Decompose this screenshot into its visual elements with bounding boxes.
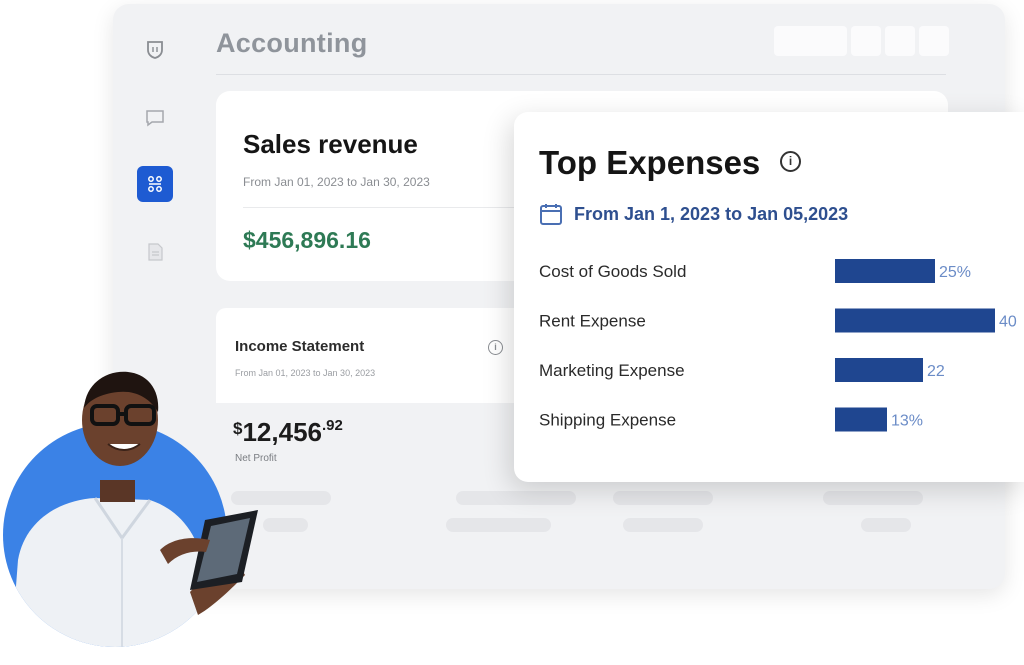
net-profit-cents: .92 [322, 417, 343, 434]
expense-value-label: 25% [939, 264, 971, 281]
expense-bar[interactable] [835, 308, 995, 333]
top-expenses-card[interactable]: Top Expenses i From Jan 1, 2023 to Jan 0… [514, 112, 1024, 482]
toolbar-button[interactable] [851, 26, 881, 56]
top-expenses-chart: Cost of Goods Sold 25% Rent Expense 40 Marke… [539, 259, 1017, 432]
document-icon [148, 243, 163, 261]
sales-divider [243, 207, 523, 208]
expense-category-label: Rent Expense [539, 312, 646, 331]
sales-revenue-amount: $456,896.16 [243, 227, 371, 253]
expense-bar[interactable] [835, 259, 935, 283]
sidebar-item-chat[interactable] [137, 100, 173, 136]
placeholder-bar [861, 518, 911, 532]
shield-icon [147, 41, 163, 59]
sidebar-item-shield[interactable] [137, 32, 173, 68]
expense-bar[interactable] [835, 407, 887, 432]
placeholder-bar [613, 491, 713, 505]
chat-icon [146, 110, 164, 127]
page-title: Accounting [216, 28, 368, 58]
placeholder-bar [623, 518, 703, 532]
expense-category-label: Marketing Expense [539, 361, 685, 380]
sales-date-range: From Jan 01, 2023 to Jan 30, 2023 [243, 175, 430, 189]
expense-bar[interactable] [835, 358, 923, 382]
info-icon[interactable]: i [488, 340, 503, 355]
expense-value-label: 13% [891, 413, 923, 430]
person-with-tablet-illustration [3, 371, 258, 647]
placeholder-bar [456, 491, 576, 505]
expense-value-label: 22 [927, 363, 945, 380]
income-statement-title: Income Statement [235, 338, 365, 355]
toolbar-button[interactable] [774, 26, 847, 56]
placeholder-bar [446, 518, 551, 532]
expense-category-label: Shipping Expense [539, 411, 676, 430]
header-divider [216, 74, 946, 75]
sidebar-item-document[interactable] [137, 234, 173, 270]
toolbar-button[interactable] [919, 26, 949, 56]
expense-value-label: 40 [999, 314, 1017, 331]
sales-revenue-title: Sales revenue [243, 129, 418, 159]
toolbar-button[interactable] [885, 26, 915, 56]
sidebar-item-apps[interactable] [137, 166, 173, 202]
placeholder-bar [823, 491, 923, 505]
expense-category-label: Cost of Goods Sold [539, 262, 686, 281]
apps-icon [148, 176, 162, 192]
